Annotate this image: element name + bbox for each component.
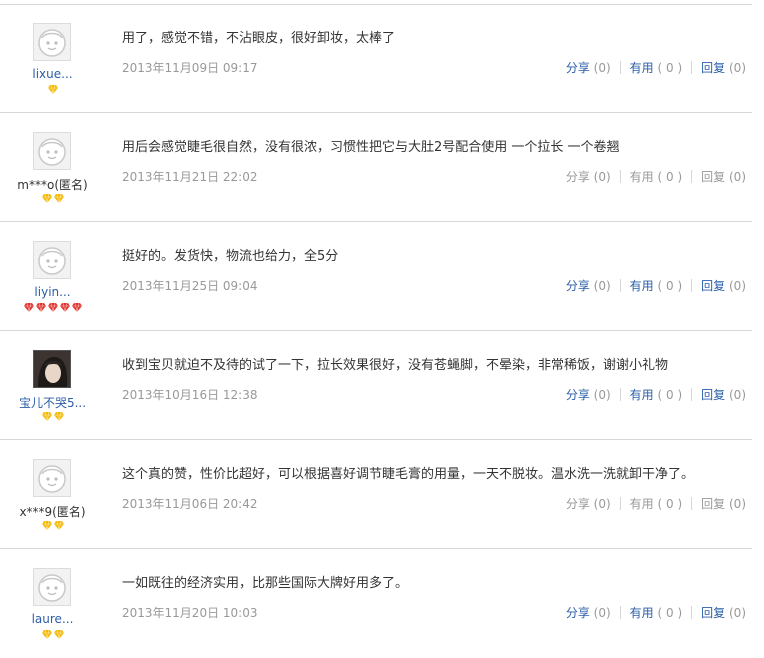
reply-action[interactable]: 回复 (0)	[701, 495, 746, 512]
action-separator	[691, 279, 693, 292]
review-item: liyin... 挺好的。发货快，物流也给力，全5分 2013年11月25日 0…	[0, 223, 752, 331]
yellow-diamond-icon	[47, 85, 58, 94]
review-date: 2013年11月09日 09:17	[122, 61, 258, 75]
action-separator	[691, 388, 693, 401]
review-divider	[0, 330, 752, 331]
useful-action[interactable]: 有用 ( 0 )	[630, 59, 682, 76]
review-date: 2013年11月06日 20:42	[122, 497, 258, 511]
review-date: 2013年11月20日 10:03	[122, 606, 258, 620]
action-separator	[691, 497, 693, 510]
review-divider	[0, 548, 752, 549]
buyer-credit-badges	[0, 521, 105, 531]
action-separator	[619, 497, 621, 510]
review-actions: 分享 (0) 有用 ( 0 ) 回复 (0)	[566, 604, 746, 621]
default-avatar-icon	[38, 138, 66, 166]
red-diamond-icon	[47, 303, 58, 312]
useful-action[interactable]: 有用 ( 0 )	[630, 386, 682, 403]
default-avatar-icon	[38, 247, 66, 275]
share-action[interactable]: 分享 (0)	[566, 168, 611, 185]
review-date: 2013年11月25日 09:04	[122, 279, 258, 293]
red-diamond-icon	[35, 303, 46, 312]
action-separator	[691, 170, 693, 183]
reply-action[interactable]: 回复 (0)	[701, 59, 746, 76]
default-avatar-icon	[38, 29, 66, 57]
review-date: 2013年10月16日 12:38	[122, 388, 258, 402]
review-actions: 分享 (0) 有用 ( 0 ) 回复 (0)	[566, 168, 746, 185]
user-avatar[interactable]	[33, 241, 71, 279]
share-action[interactable]: 分享 (0)	[566, 59, 611, 76]
user-avatar[interactable]	[33, 568, 71, 606]
review-content: 收到宝贝就迫不及待的试了一下，拉长效果很好，没有苍蝇脚，不晕染，非常稀饭，谢谢小…	[122, 358, 669, 373]
share-action[interactable]: 分享 (0)	[566, 495, 611, 512]
review-content: 用后会感觉睫毛很自然，没有很浓，习惯性把它与大肚2号配合使用 一个拉长 一个卷翘	[122, 140, 620, 155]
review-divider	[0, 439, 752, 440]
username-link[interactable]: liyin...	[0, 285, 105, 299]
reply-action[interactable]: 回复 (0)	[701, 168, 746, 185]
username-link[interactable]: laure...	[0, 612, 105, 626]
review-date: 2013年11月21日 22:02	[122, 170, 258, 184]
username-label: x***9(匿名)	[19, 505, 86, 519]
action-separator	[619, 61, 621, 74]
review-item: m***o(匿名) 用后会感觉睫毛很自然，没有很浓，习惯性把它与大肚2号配合使用…	[0, 114, 752, 222]
username-label: m***o(匿名)	[17, 178, 88, 192]
yellow-diamond-icon	[41, 194, 52, 203]
review-content: 用了，感觉不错，不沾眼皮，很好卸妆，太棒了	[122, 31, 396, 46]
username-link[interactable]: 宝儿不哭5...	[0, 394, 105, 411]
default-avatar-icon	[38, 574, 66, 602]
review-actions: 分享 (0) 有用 ( 0 ) 回复 (0)	[566, 59, 746, 76]
review-content: 挺好的。发货快，物流也给力，全5分	[122, 249, 339, 264]
action-separator	[691, 61, 693, 74]
action-separator	[619, 388, 621, 401]
user-avatar[interactable]	[33, 23, 71, 61]
user-avatar[interactable]	[33, 132, 71, 170]
review-content: 这个真的赞，性价比超好，可以根据喜好调节睫毛膏的用量，一天不脱妆。温水洗一洗就卸…	[122, 467, 695, 482]
user-avatar[interactable]	[33, 350, 71, 388]
review-item: laure... 一如既往的经济实用，比那些国际大牌好用多了。 2013年11月…	[0, 550, 752, 658]
buyer-credit-badges	[0, 303, 105, 313]
action-separator	[691, 606, 693, 619]
review-divider	[0, 221, 752, 222]
yellow-diamond-icon	[53, 630, 64, 639]
useful-action[interactable]: 有用 ( 0 )	[630, 277, 682, 294]
yellow-diamond-icon	[53, 412, 64, 421]
review-item: x***9(匿名) 这个真的赞，性价比超好，可以根据喜好调节睫毛膏的用量，一天不…	[0, 441, 752, 549]
user-photo-icon	[34, 351, 70, 387]
yellow-diamond-icon	[53, 194, 64, 203]
red-diamond-icon	[59, 303, 70, 312]
review-item: lixue... 用了，感觉不错，不沾眼皮，很好卸妆，太棒了 2013年11月0…	[0, 5, 752, 113]
review-actions: 分享 (0) 有用 ( 0 ) 回复 (0)	[566, 277, 746, 294]
reply-action[interactable]: 回复 (0)	[701, 277, 746, 294]
review-content: 一如既往的经济实用，比那些国际大牌好用多了。	[122, 576, 409, 591]
share-action[interactable]: 分享 (0)	[566, 386, 611, 403]
buyer-credit-badges	[0, 194, 105, 204]
buyer-credit-badges	[0, 412, 105, 422]
default-avatar-icon	[38, 465, 66, 493]
action-separator	[619, 606, 621, 619]
useful-action[interactable]: 有用 ( 0 )	[630, 168, 682, 185]
reply-action[interactable]: 回复 (0)	[701, 386, 746, 403]
yellow-diamond-icon	[41, 630, 52, 639]
buyer-credit-badges	[0, 85, 105, 95]
share-action[interactable]: 分享 (0)	[566, 277, 611, 294]
reply-action[interactable]: 回复 (0)	[701, 604, 746, 621]
action-separator	[619, 170, 621, 183]
yellow-diamond-icon	[41, 412, 52, 421]
buyer-credit-badges	[0, 630, 105, 640]
review-divider	[0, 112, 752, 113]
user-avatar[interactable]	[33, 459, 71, 497]
review-actions: 分享 (0) 有用 ( 0 ) 回复 (0)	[566, 386, 746, 403]
review-list: lixue... 用了，感觉不错，不沾眼皮，很好卸妆，太棒了 2013年11月0…	[0, 0, 764, 657]
yellow-diamond-icon	[41, 521, 52, 530]
action-separator	[619, 279, 621, 292]
yellow-diamond-icon	[53, 521, 64, 530]
review-actions: 分享 (0) 有用 ( 0 ) 回复 (0)	[566, 495, 746, 512]
useful-action[interactable]: 有用 ( 0 )	[630, 604, 682, 621]
username-link[interactable]: lixue...	[0, 67, 105, 81]
useful-action[interactable]: 有用 ( 0 )	[630, 495, 682, 512]
share-action[interactable]: 分享 (0)	[566, 604, 611, 621]
red-diamond-icon	[23, 303, 34, 312]
review-item: 宝儿不哭5... 收到宝贝就迫不及待的试了一下，拉长效果很好，没有苍蝇脚，不晕染…	[0, 332, 752, 440]
red-diamond-icon	[71, 303, 82, 312]
